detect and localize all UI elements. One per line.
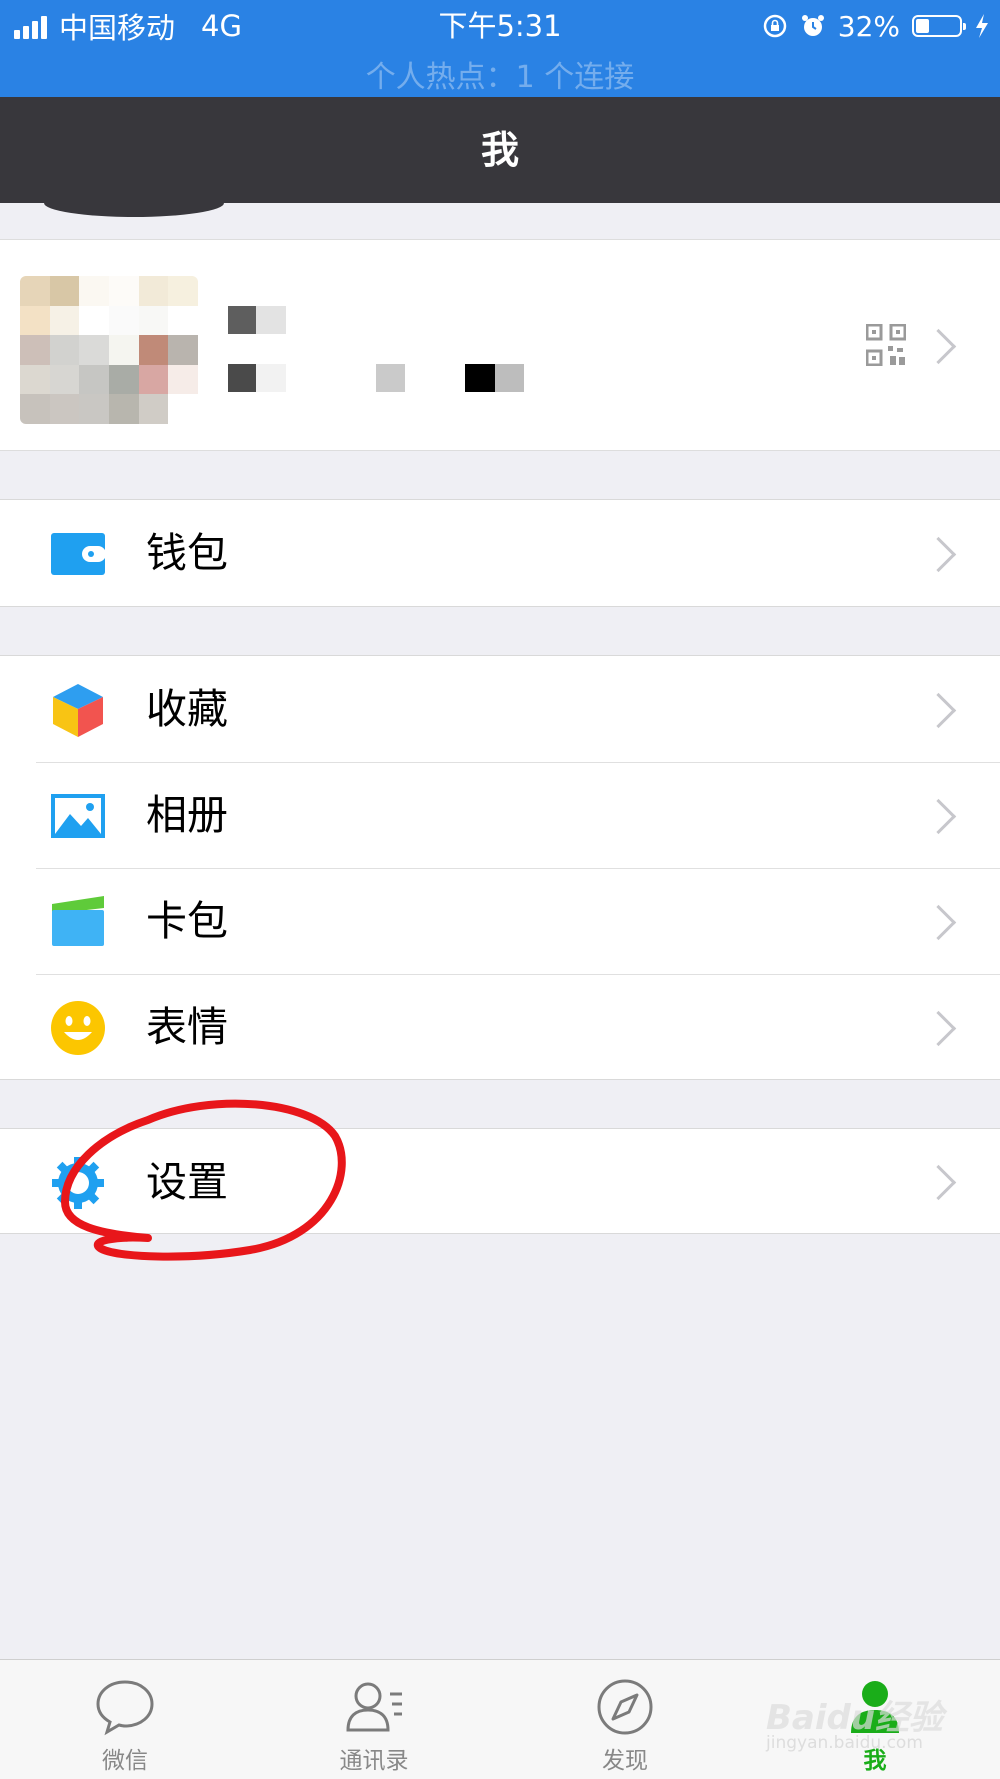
tab-label: 发现 [602, 1748, 648, 1774]
page-title: 我 [480, 128, 519, 172]
avatar-pixel [79, 335, 109, 365]
tab-contacts[interactable]: 通讯录 [294, 1660, 454, 1779]
avatar-pixel [168, 335, 198, 365]
rotation-lock-icon [763, 14, 787, 38]
wechat-id-pixelated-part [495, 364, 524, 392]
nickname-pixelated [228, 306, 256, 334]
battery-icon [912, 15, 966, 37]
chevron-right-icon [920, 536, 957, 573]
compass-icon [597, 1679, 653, 1735]
watermark-logo: Baidu经验 [766, 1698, 944, 1738]
avatar-pixel [168, 364, 198, 395]
tab-label: 微信 [102, 1748, 148, 1774]
avatar-pixel [138, 335, 169, 365]
chevron-right-icon [920, 1010, 957, 1047]
menu-item-settings[interactable]: 设置 [0, 1129, 1000, 1233]
avatar-pixel [108, 305, 139, 336]
navigation-bar: 我 [0, 97, 1000, 203]
battery-percent: 32% [837, 9, 900, 43]
nickname-pixelated-part [256, 306, 286, 334]
avatar-pixel [49, 394, 80, 424]
avatar-pixel [79, 276, 109, 306]
menu-item-cards[interactable]: 卡包 [0, 868, 1000, 974]
avatar-pixel [79, 394, 109, 424]
menu-item-wallet[interactable]: 钱包 [0, 500, 1000, 606]
tab-discover[interactable]: 发现 [545, 1660, 705, 1779]
avatar-pixel [20, 335, 50, 365]
avatar-pixel [49, 364, 80, 395]
status-bar: 中国移动 4G 下午5:31 32% 个人热点：1 个连接 [0, 0, 1000, 97]
avatar-pixel [138, 394, 169, 424]
hotspot-banner[interactable]: 个人热点：1 个连接 [0, 52, 1000, 96]
gear-icon [52, 1157, 104, 1209]
avatar-pixel [108, 276, 139, 306]
wechat-id-pixelated-part [376, 364, 405, 392]
menu-item-favorites[interactable]: 收藏 [0, 656, 1000, 762]
chat-bubble-icon [96, 1680, 154, 1736]
avatar-pixel [168, 305, 198, 336]
avatar-pixel [108, 335, 139, 365]
decorative-shape [44, 203, 224, 217]
menu-label: 表情 [146, 1003, 228, 1051]
avatar-pixel [49, 305, 80, 336]
avatar-pixel [138, 276, 169, 306]
contacts-icon [346, 1682, 402, 1732]
settings-section: 设置 [0, 1128, 1000, 1234]
chevron-right-icon [920, 692, 957, 729]
menu-label: 卡包 [146, 897, 228, 945]
avatar-pixel [20, 364, 50, 395]
menu-item-stickers[interactable]: 表情 [0, 974, 1000, 1080]
avatar-pixel [79, 364, 109, 395]
menu-label: 收藏 [146, 685, 228, 733]
avatar-pixel [168, 276, 198, 306]
avatar-pixel [20, 305, 50, 336]
avatar-pixel [20, 394, 50, 424]
features-section: 收藏 相册 卡包 表情 [0, 655, 1000, 1080]
picture-icon [51, 794, 105, 838]
alarm-icon [801, 15, 824, 36]
watermark-url: jingyan.baidu.com [766, 1733, 923, 1753]
chevron-right-icon [920, 798, 957, 835]
wechat-id-pixelated [228, 364, 256, 392]
avatar-pixel [138, 364, 169, 395]
wechat-id-pixelated-part [465, 364, 495, 392]
menu-label: 钱包 [146, 529, 228, 577]
wallet-section: 钱包 [0, 499, 1000, 607]
avatar-pixel [138, 305, 169, 336]
avatar-pixel [108, 394, 139, 424]
avatar-pixel [168, 394, 198, 424]
cube-icon [53, 684, 103, 737]
wallet-icon [51, 533, 106, 575]
avatar-pixel [79, 305, 109, 336]
wechat-id-pixelated-part [256, 364, 286, 392]
chevron-right-icon [920, 904, 957, 941]
avatar-pixel [108, 364, 139, 395]
tab-chats[interactable]: 微信 [45, 1660, 205, 1779]
chevron-right-icon [920, 328, 957, 365]
profile-card[interactable] [0, 239, 1000, 451]
menu-label: 设置 [146, 1158, 228, 1206]
avatar-pixel [49, 335, 80, 365]
qr-code-icon[interactable] [866, 324, 906, 366]
menu-label: 相册 [146, 791, 228, 839]
menu-item-album[interactable]: 相册 [0, 762, 1000, 868]
avatar-pixel [49, 276, 80, 306]
tab-label: 通讯录 [339, 1748, 409, 1774]
card-icon [52, 896, 104, 946]
charging-bolt-icon [976, 14, 988, 38]
avatar[interactable] [20, 276, 198, 424]
avatar-pixel [20, 276, 50, 306]
smiley-icon [51, 1001, 105, 1055]
chevron-right-icon [920, 1164, 957, 1201]
